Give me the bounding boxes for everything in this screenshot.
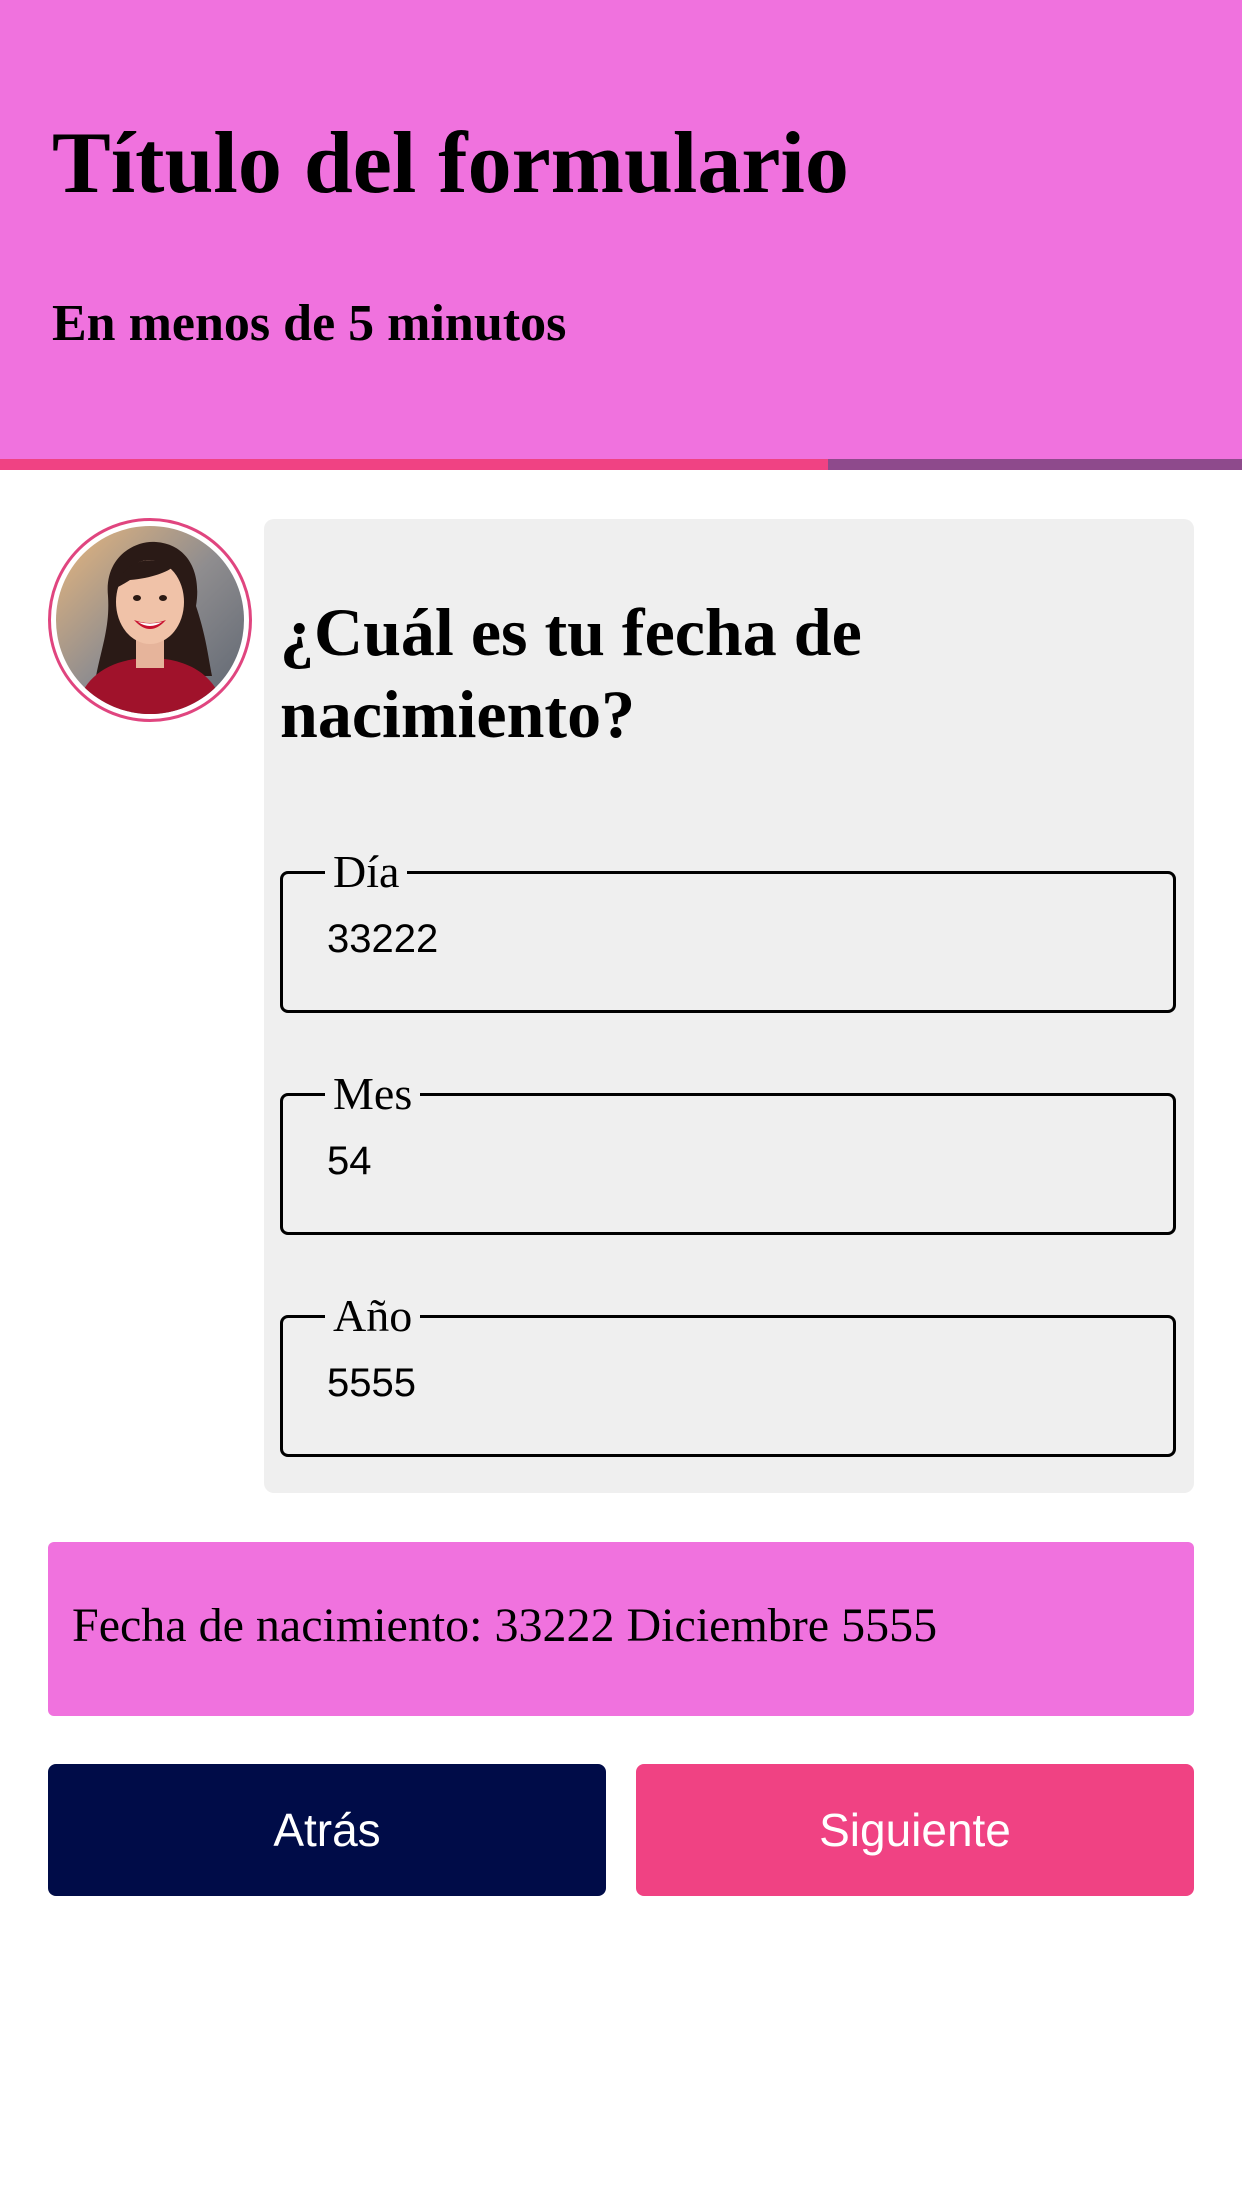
day-field: Día [280,849,1176,1013]
month-input[interactable] [327,1137,1129,1185]
back-button[interactable]: Atrás [48,1764,606,1896]
form-subtitle: En menos de 5 minutos [52,295,567,352]
progress-bar-fill [0,459,829,470]
month-field: Mes [280,1071,1176,1235]
month-label: Mes [333,1068,413,1119]
question-title: ¿Cuál es tu fecha de nacimiento? [280,594,862,752]
birthdate-summary: Fecha de nacimiento: 33222 Diciembre 555… [48,1542,1194,1716]
year-input[interactable] [327,1359,1129,1407]
year-label: Año [333,1290,413,1341]
progress-bar [0,459,1242,470]
day-input[interactable] [327,915,1129,963]
person-photo-icon [56,526,244,714]
birthdate-summary-text: Fecha de nacimiento: 33222 Diciembre 555… [72,1599,938,1652]
year-field: Año [280,1293,1176,1457]
avatar [48,518,252,722]
day-label: Día [333,846,400,897]
next-button[interactable]: Siguiente [636,1764,1194,1896]
question-card: ¿Cuál es tu fecha de nacimiento? Día Mes… [264,519,1194,1493]
form-header: Título del formulario En menos de 5 minu… [0,0,1242,459]
form-title: Título del formulario [52,115,849,212]
